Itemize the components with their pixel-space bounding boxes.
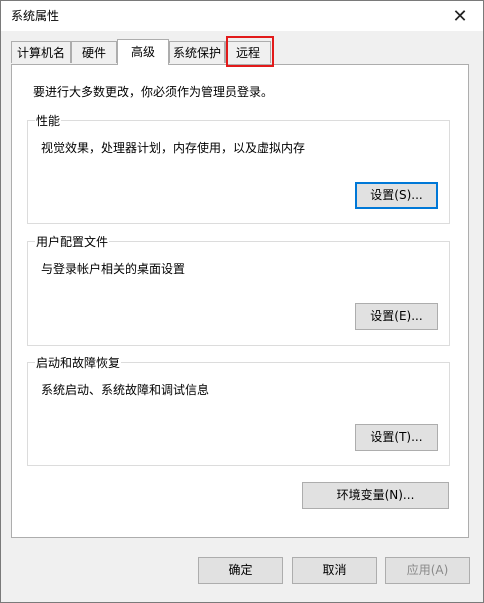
apply-button[interactable]: 应用(A) [385, 557, 470, 584]
performance-settings-button[interactable]: 设置(S)... [355, 182, 438, 209]
environment-variables-button[interactable]: 环境变量(N)... [302, 482, 449, 509]
ok-button[interactable]: 确定 [198, 557, 283, 584]
startup-recovery-settings-button[interactable]: 设置(T)... [355, 424, 438, 451]
performance-group: 性能 视觉效果，处理器计划，内存使用，以及虚拟内存 设置(S)... [27, 112, 450, 224]
performance-description: 视觉效果，处理器计划，内存使用，以及虚拟内存 [41, 141, 306, 155]
tab-system-protection[interactable]: 系统保护 [169, 41, 225, 63]
cancel-button[interactable]: 取消 [292, 557, 377, 584]
tab-computer-name[interactable]: 计算机名 [11, 41, 71, 63]
window-title: 系统属性 [11, 9, 60, 23]
user-profiles-group-title: 用户配置文件 [35, 233, 110, 250]
startup-recovery-group-title: 启动和故障恢复 [35, 354, 122, 371]
user-profiles-group: 用户配置文件 与登录帐户相关的桌面设置 设置(E)... [27, 233, 450, 346]
tab-strip: 计算机名 硬件 高级 系统保护 远程 [11, 39, 481, 65]
system-properties-dialog: 系统属性 ✕ 计算机名 硬件 高级 系统保护 远程 要进行大多数更改，你必须作为… [0, 0, 484, 603]
tab-remote[interactable]: 远程 [225, 41, 271, 63]
close-icon[interactable]: ✕ [437, 1, 483, 31]
tab-hardware[interactable]: 硬件 [71, 41, 117, 63]
startup-recovery-description: 系统启动、系统故障和调试信息 [41, 383, 210, 397]
user-profiles-settings-button[interactable]: 设置(E)... [355, 303, 438, 330]
tab-advanced[interactable]: 高级 [117, 39, 169, 65]
title-bar[interactable]: 系统属性 ✕ [1, 1, 483, 31]
user-profiles-description: 与登录帐户相关的桌面设置 [41, 262, 186, 276]
admin-note: 要进行大多数更改，你必须作为管理员登录。 [33, 85, 274, 99]
performance-group-title: 性能 [35, 112, 62, 129]
advanced-tab-panel: 要进行大多数更改，你必须作为管理员登录。 性能 视觉效果，处理器计划，内存使用，… [11, 64, 469, 538]
startup-recovery-group: 启动和故障恢复 系统启动、系统故障和调试信息 设置(T)... [27, 354, 450, 466]
